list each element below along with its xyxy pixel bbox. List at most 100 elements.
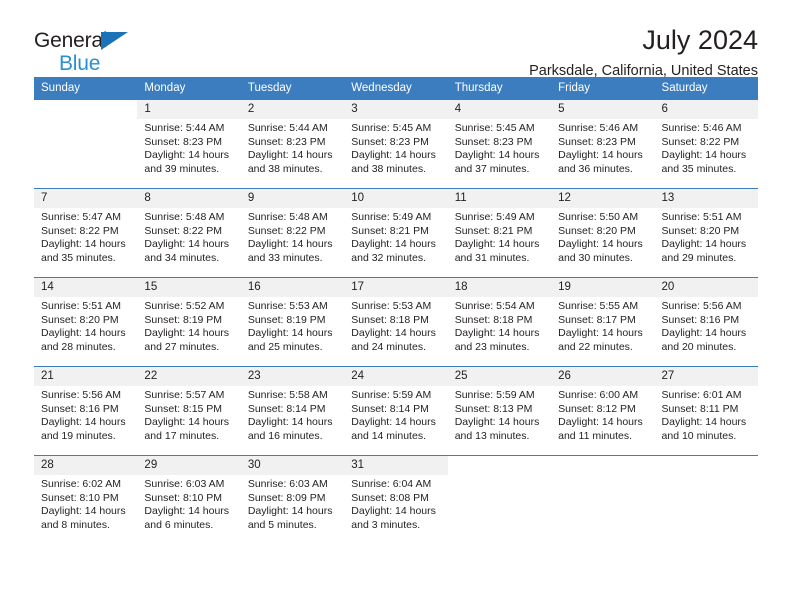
daylight-text-line2: and 14 minutes. — [351, 429, 426, 442]
daylight-text-line2: and 20 minutes. — [661, 340, 737, 353]
day-cell[interactable]: 18 Sunrise: 5:54 AM Sunset: 8:18 PM Dayl… — [447, 277, 552, 367]
day-cell[interactable]: 22 Sunrise: 5:57 AM Sunset: 8:15 PM Dayl… — [137, 366, 241, 456]
day-cell[interactable] — [654, 455, 758, 545]
sunset-text: Sunset: 8:13 PM — [454, 402, 533, 415]
daylight-text-line1: Daylight: 14 hours — [661, 327, 747, 340]
sunset-text: Sunset: 8:18 PM — [454, 313, 533, 326]
day-number: 25 — [447, 367, 552, 386]
day-number: 4 — [447, 100, 552, 119]
day-number: 6 — [654, 100, 758, 119]
daylight-text-line2: and 19 minutes. — [41, 429, 116, 442]
day-cell[interactable]: 20 Sunrise: 5:56 AM Sunset: 8:16 PM Dayl… — [654, 277, 758, 367]
day-cell[interactable]: 28 Sunrise: 6:02 AM Sunset: 8:10 PM Dayl… — [34, 455, 138, 545]
weekday-header-tuesday: Tuesday — [240, 77, 345, 100]
day-number: 28 — [34, 456, 138, 475]
day-cell[interactable]: 7 Sunrise: 5:47 AM Sunset: 8:22 PM Dayli… — [34, 188, 138, 278]
day-cell[interactable]: 26 Sunrise: 6:00 AM Sunset: 8:12 PM Dayl… — [551, 366, 655, 456]
title-block: July 2024 Parksdale, California, United … — [529, 26, 758, 80]
day-cell[interactable]: 19 Sunrise: 5:55 AM Sunset: 8:17 PM Dayl… — [551, 277, 655, 367]
day-cell[interactable]: 12 Sunrise: 5:50 AM Sunset: 8:20 PM Dayl… — [551, 188, 655, 278]
day-cell[interactable]: 6 Sunrise: 5:46 AM Sunset: 8:22 PM Dayli… — [654, 99, 758, 189]
general-blue-logo[interactable]: General Blue — [34, 26, 142, 75]
sunrise-text: Sunrise: 5:47 AM — [41, 211, 121, 223]
daylight-text-line2: and 38 minutes. — [247, 162, 323, 175]
day-info: Sunrise: 6:01 AM Sunset: 8:11 PM Dayligh… — [655, 386, 758, 443]
day-cell[interactable]: 10 Sunrise: 5:49 AM Sunset: 8:21 PM Dayl… — [344, 188, 448, 278]
day-cell[interactable]: 16 Sunrise: 5:53 AM Sunset: 8:19 PM Dayl… — [240, 277, 345, 367]
day-info: Sunrise: 5:57 AM Sunset: 8:15 PM Dayligh… — [137, 386, 240, 443]
day-cell[interactable]: 9 Sunrise: 5:48 AM Sunset: 8:22 PM Dayli… — [240, 188, 345, 278]
daylight-text-line1: Daylight: 14 hours — [454, 149, 540, 162]
sunrise-text: Sunrise: 5:50 AM — [558, 211, 639, 223]
day-info: Sunrise: 5:50 AM Sunset: 8:20 PM Dayligh… — [551, 208, 654, 265]
daylight-text-line1: Daylight: 14 hours — [247, 238, 333, 251]
daylight-text-line2: and 5 minutes. — [247, 518, 317, 531]
day-info: Sunrise: 5:49 AM Sunset: 8:21 PM Dayligh… — [344, 208, 447, 265]
day-info: Sunrise: 5:47 AM Sunset: 8:22 PM Dayligh… — [34, 208, 137, 265]
day-info: Sunrise: 5:55 AM Sunset: 8:17 PM Dayligh… — [551, 297, 654, 354]
daylight-text-line1: Daylight: 14 hours — [41, 416, 126, 429]
day-cell[interactable]: 14 Sunrise: 5:51 AM Sunset: 8:20 PM Dayl… — [34, 277, 138, 367]
daylight-text-line2: and 35 minutes. — [661, 162, 737, 175]
sunset-text: Sunset: 8:22 PM — [661, 135, 740, 148]
day-cell[interactable]: 13 Sunrise: 5:51 AM Sunset: 8:20 PM Dayl… — [654, 188, 758, 278]
sunrise-text: Sunrise: 5:55 AM — [558, 300, 639, 312]
day-cell[interactable]: 21 Sunrise: 5:56 AM Sunset: 8:16 PM Dayl… — [34, 366, 138, 456]
sunset-text: Sunset: 8:19 PM — [247, 313, 326, 326]
sunrise-text: Sunrise: 5:49 AM — [351, 211, 432, 223]
day-cell[interactable]: 11 Sunrise: 5:49 AM Sunset: 8:21 PM Dayl… — [447, 188, 552, 278]
day-number: 2 — [240, 100, 345, 119]
daylight-text-line2: and 11 minutes. — [558, 429, 633, 442]
day-info — [551, 475, 654, 478]
day-info: Sunrise: 5:48 AM Sunset: 8:22 PM Dayligh… — [241, 208, 344, 265]
logo-text-general: General — [34, 30, 142, 52]
calendar-body: 1 Sunrise: 5:44 AM Sunset: 8:23 PM Dayli… — [34, 99, 758, 545]
daylight-text-line1: Daylight: 14 hours — [558, 416, 643, 429]
day-number: 26 — [551, 367, 655, 386]
sunrise-text: Sunrise: 5:51 AM — [661, 211, 742, 223]
daylight-text-line1: Daylight: 14 hours — [558, 238, 643, 251]
day-cell[interactable]: 23 Sunrise: 5:58 AM Sunset: 8:14 PM Dayl… — [240, 366, 345, 456]
sunset-text: Sunset: 8:11 PM — [661, 402, 739, 415]
day-info: Sunrise: 5:44 AM Sunset: 8:23 PM Dayligh… — [137, 119, 240, 176]
sunrise-text: Sunrise: 5:52 AM — [144, 300, 225, 312]
day-cell[interactable]: 5 Sunrise: 5:46 AM Sunset: 8:23 PM Dayli… — [551, 99, 655, 189]
day-cell[interactable]: 27 Sunrise: 6:01 AM Sunset: 8:11 PM Dayl… — [654, 366, 758, 456]
day-cell[interactable] — [34, 99, 138, 189]
daylight-text-line2: and 16 minutes. — [247, 429, 323, 442]
day-cell[interactable]: 30 Sunrise: 6:03 AM Sunset: 8:09 PM Dayl… — [240, 455, 345, 545]
sunrise-text: Sunrise: 5:44 AM — [144, 122, 225, 134]
page-header: General Blue July 2024 Parksdale, Califo… — [34, 0, 758, 80]
sunrise-sunset-calendar: Sunday Monday Tuesday Wednesday Thursday… — [34, 77, 758, 545]
day-cell[interactable] — [551, 455, 655, 545]
day-cell[interactable] — [447, 455, 552, 545]
day-cell[interactable]: 15 Sunrise: 5:52 AM Sunset: 8:19 PM Dayl… — [137, 277, 241, 367]
day-number: 9 — [240, 189, 345, 208]
day-cell[interactable]: 24 Sunrise: 5:59 AM Sunset: 8:14 PM Dayl… — [344, 366, 448, 456]
day-cell[interactable]: 29 Sunrise: 6:03 AM Sunset: 8:10 PM Dayl… — [137, 455, 241, 545]
day-cell[interactable]: 4 Sunrise: 5:45 AM Sunset: 8:23 PM Dayli… — [447, 99, 552, 189]
sunset-text: Sunset: 8:15 PM — [144, 402, 223, 415]
day-cell[interactable]: 8 Sunrise: 5:48 AM Sunset: 8:22 PM Dayli… — [137, 188, 241, 278]
day-cell[interactable]: 2 Sunrise: 5:44 AM Sunset: 8:23 PM Dayli… — [240, 99, 345, 189]
sunset-text: Sunset: 8:14 PM — [247, 402, 326, 415]
day-cell[interactable]: 31 Sunrise: 6:04 AM Sunset: 8:08 PM Dayl… — [344, 455, 448, 545]
day-cell[interactable]: 1 Sunrise: 5:44 AM Sunset: 8:23 PM Dayli… — [137, 99, 241, 189]
day-cell[interactable]: 17 Sunrise: 5:53 AM Sunset: 8:18 PM Dayl… — [344, 277, 448, 367]
day-info: Sunrise: 5:46 AM Sunset: 8:22 PM Dayligh… — [655, 119, 758, 176]
sunset-text: Sunset: 8:20 PM — [41, 313, 119, 326]
daylight-text-line2: and 13 minutes. — [454, 429, 530, 442]
day-cell[interactable]: 25 Sunrise: 5:59 AM Sunset: 8:13 PM Dayl… — [447, 366, 552, 456]
day-info: Sunrise: 5:51 AM Sunset: 8:20 PM Dayligh… — [34, 297, 137, 354]
sunrise-text: Sunrise: 5:59 AM — [454, 389, 535, 401]
sunset-text: Sunset: 8:23 PM — [144, 135, 223, 148]
sunrise-text: Sunrise: 5:48 AM — [144, 211, 225, 223]
daylight-text-line2: and 36 minutes. — [558, 162, 633, 175]
sunrise-text: Sunrise: 5:45 AM — [454, 122, 535, 134]
daylight-text-line2: and 8 minutes. — [41, 518, 110, 531]
sunrise-text: Sunrise: 5:48 AM — [247, 211, 328, 223]
sunrise-text: Sunrise: 5:51 AM — [41, 300, 121, 312]
day-cell[interactable]: 3 Sunrise: 5:45 AM Sunset: 8:23 PM Dayli… — [344, 99, 448, 189]
day-info: Sunrise: 5:46 AM Sunset: 8:23 PM Dayligh… — [551, 119, 654, 176]
day-number: 22 — [137, 367, 241, 386]
